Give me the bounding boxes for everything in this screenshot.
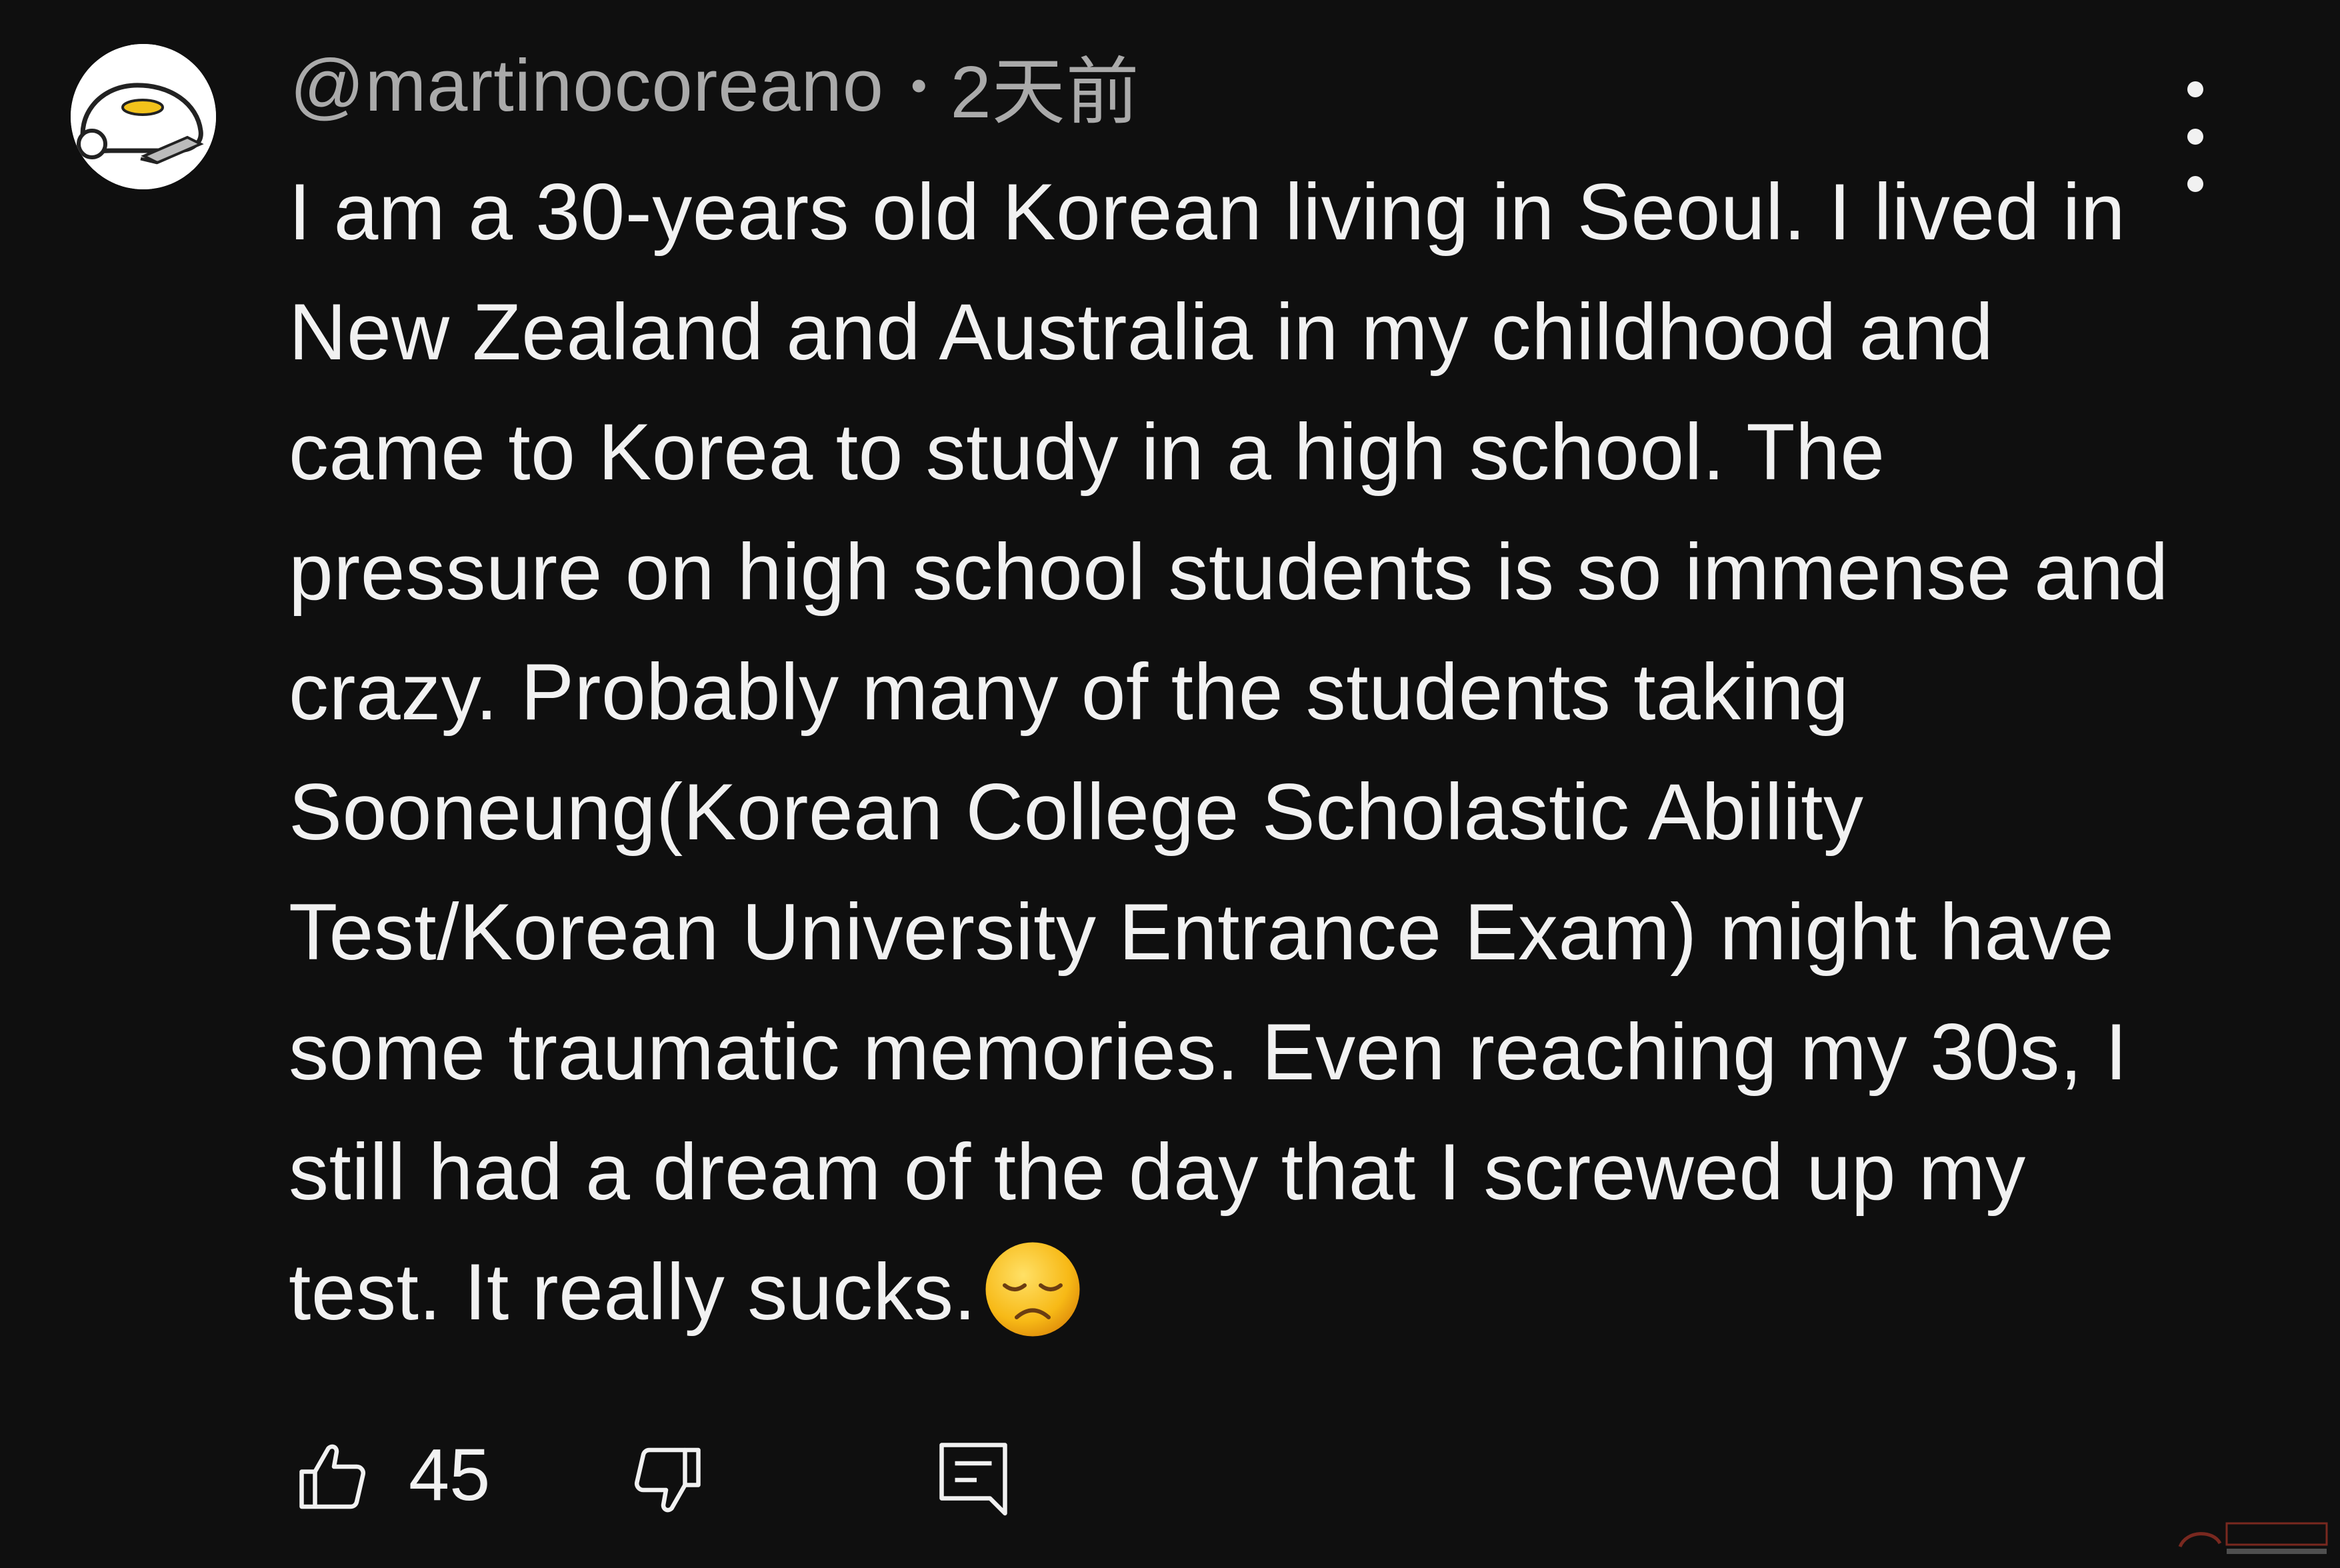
avatar[interactable] [71, 44, 216, 189]
comment-body: I am a 30-years old Korean living in Seo… [289, 152, 2195, 1352]
author-name[interactable]: @martinocoreano [290, 43, 884, 128]
avatar-illustration [71, 44, 216, 189]
reply-comment-icon[interactable] [933, 1437, 1013, 1520]
like-count: 45 [409, 1434, 491, 1516]
comment-text: I am a 30-years old Korean living in Seo… [289, 167, 2191, 1337]
meta-separator: • [910, 59, 928, 111]
disappointed-face-emoji [985, 1242, 1080, 1337]
comment-header: @martinocoreano • 2天前 [290, 39, 1140, 134]
more-vertical-icon-dot [2187, 129, 2203, 145]
watermark-logo [2178, 1522, 2328, 1554]
comment-thread: @martinocoreano • 2天前 I am a 30-years ol… [0, 0, 2340, 1568]
more-vertical-icon [2187, 81, 2203, 97]
timestamp[interactable]: 2天前 [951, 32, 1140, 139]
thumbs-down-icon[interactable] [627, 1440, 707, 1520]
thumbs-up-icon[interactable] [293, 1437, 373, 1517]
